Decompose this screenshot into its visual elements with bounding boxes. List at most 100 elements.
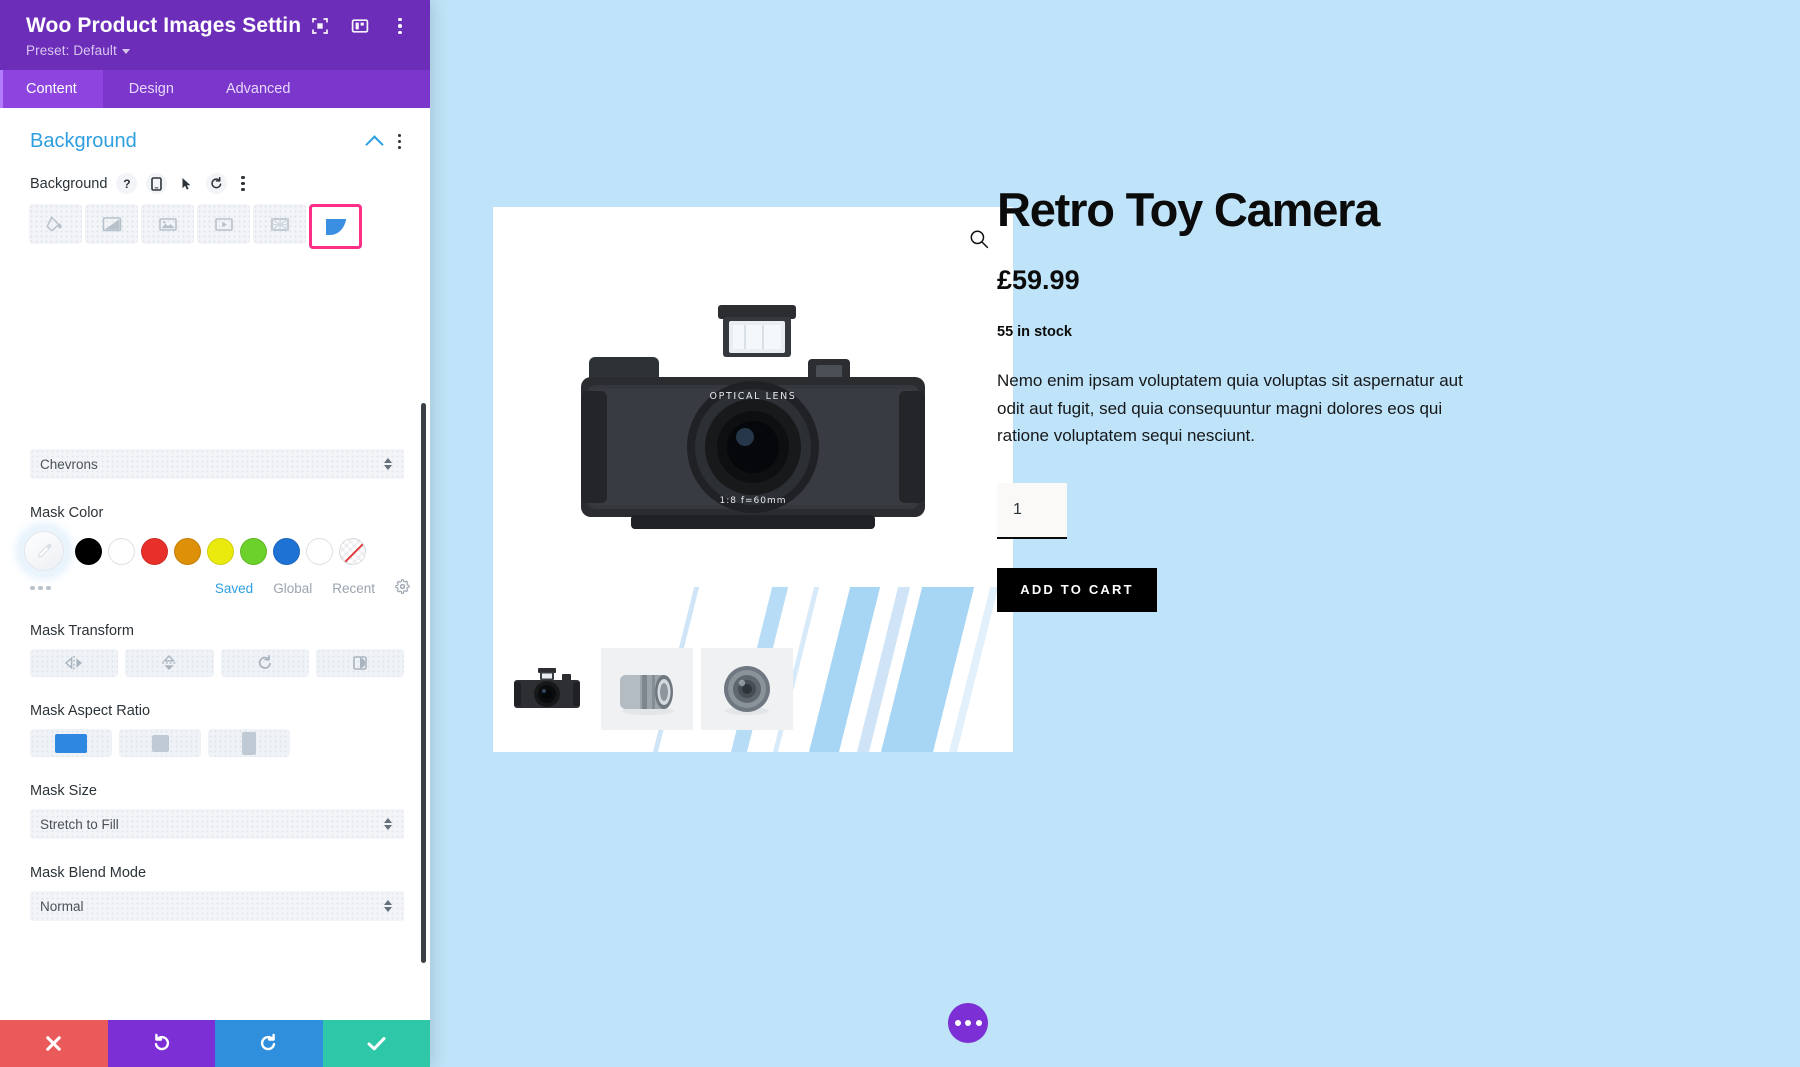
panel-scrollbar[interactable] [421, 403, 426, 963]
preset-selector[interactable]: Preset: Default [26, 43, 410, 58]
tab-content[interactable]: Content [0, 70, 103, 108]
mask-preview-area [0, 249, 430, 449]
mask-blend-mode-label: Mask Blend Mode [30, 865, 147, 881]
thumbnail-lens[interactable] [601, 648, 693, 730]
color-picker-meta: Saved Global Recent [0, 571, 430, 597]
svg-text:1:8 f=60mm: 1:8 f=60mm [719, 496, 786, 506]
mask-aspect-ratio-label: Mask Aspect Ratio [30, 703, 151, 719]
redo-button[interactable] [215, 1020, 323, 1067]
product-gallery: OPTICAL LENS 1:8 f=60mm [493, 207, 1013, 752]
product-title: Retro Toy Camera [997, 183, 1380, 236]
gear-icon[interactable] [395, 579, 410, 597]
panel-body: Background Background ? Chevrons Mask Co… [0, 108, 430, 1020]
panel-title: Woo Product Images Settin... [26, 14, 300, 37]
panel-tabs: Content Design Advanced [0, 70, 430, 108]
background-field-row: Background ? [0, 159, 430, 202]
background-mask-button[interactable] [309, 204, 362, 249]
mask-style-select[interactable]: Chevrons [30, 449, 404, 479]
panel-footer [0, 1020, 430, 1067]
tab-advanced[interactable]: Advanced [200, 70, 317, 108]
product-info: Retro Toy Camera £59.99 55 in stock Nemo… [997, 185, 1517, 612]
background-video-button[interactable] [197, 204, 250, 244]
color-tab-global[interactable]: Global [273, 581, 312, 596]
color-tab-recent[interactable]: Recent [332, 581, 375, 596]
swatch-yellow[interactable] [207, 537, 234, 565]
background-pattern-button[interactable] [253, 204, 306, 244]
responsive-icon[interactable] [146, 173, 168, 194]
mask-blend-mode-value: Normal [40, 898, 84, 914]
more-colors-icon[interactable] [30, 585, 215, 591]
discard-button[interactable] [0, 1020, 108, 1067]
collapse-chevron-icon[interactable] [365, 134, 384, 154]
select-spinner-icon [384, 458, 392, 470]
magnifier-icon[interactable] [969, 229, 989, 254]
check-icon [366, 1034, 387, 1053]
layout-icon[interactable] [350, 16, 370, 36]
panel-header: Woo Product Images Settin... Preset: Def… [0, 0, 430, 70]
preset-label: Preset: Default [26, 43, 117, 58]
tab-design[interactable]: Design [103, 70, 200, 108]
mask-blend-mode-select[interactable]: Normal [30, 891, 404, 921]
help-icon[interactable]: ? [116, 173, 138, 194]
module-settings-panel: Woo Product Images Settin... Preset: Def… [0, 0, 430, 1067]
svg-text:OPTICAL LENS: OPTICAL LENS [710, 391, 797, 402]
swatch-white-2[interactable] [306, 537, 333, 565]
thumbnail-camera[interactable] [501, 648, 593, 730]
mask-aspect-ratio-buttons [0, 729, 430, 757]
background-color-button[interactable] [29, 204, 82, 244]
flip-horizontal-icon[interactable] [30, 649, 119, 677]
close-icon [44, 1034, 63, 1053]
undo-icon [151, 1033, 172, 1054]
mask-color-label: Mask Color [30, 505, 104, 521]
aspect-ratio-portrait[interactable] [208, 729, 290, 757]
mask-transform-label: Mask Transform [30, 623, 134, 639]
background-section-header: Background [0, 108, 430, 159]
invert-icon[interactable] [315, 649, 404, 677]
field-kebab-icon[interactable] [238, 173, 247, 194]
product-description: Nemo enim ipsam voluptatem quia voluptas… [997, 371, 1463, 446]
thumbnail-lens-cap[interactable] [701, 648, 793, 730]
mask-size-value: Stretch to Fill [40, 816, 119, 832]
swatch-red[interactable] [141, 537, 168, 565]
aspect-ratio-landscape[interactable] [30, 729, 112, 757]
rotate-icon[interactable] [220, 649, 309, 677]
panel-kebab-icon[interactable] [390, 16, 410, 36]
swatch-blue[interactable] [273, 537, 300, 565]
undo-button[interactable] [107, 1020, 215, 1067]
hover-icon[interactable] [176, 173, 197, 194]
color-tab-saved[interactable]: Saved [215, 581, 253, 596]
select-spinner-icon [384, 818, 392, 830]
swatch-white[interactable] [108, 537, 135, 565]
flip-vertical-icon[interactable] [125, 649, 214, 677]
swatch-black[interactable] [75, 537, 102, 565]
select-spinner-icon [384, 900, 392, 912]
page-settings-fab[interactable] [948, 1003, 988, 1043]
screen: Woo Product Images Settin... Preset: Def… [0, 0, 1800, 1067]
product-price: £59.99 [997, 265, 1080, 296]
redo-icon [258, 1033, 279, 1054]
swatch-green[interactable] [240, 537, 267, 565]
save-button[interactable] [322, 1020, 430, 1067]
swatch-transparent[interactable] [339, 537, 366, 565]
quantity-input[interactable]: 1 [997, 482, 1067, 539]
mask-size-select[interactable]: Stretch to Fill [30, 809, 404, 839]
page-canvas: OPTICAL LENS 1:8 f=60mm Retro Toy Camera… [430, 0, 1800, 1067]
background-gradient-button[interactable] [85, 204, 138, 244]
swatch-orange[interactable] [174, 537, 201, 565]
product-stock: 55 in stock [997, 324, 1072, 341]
ellipsis-icon [954, 1020, 961, 1026]
aspect-ratio-square[interactable] [119, 729, 201, 757]
background-type-buttons [0, 202, 430, 249]
mask-style-value: Chevrons [40, 456, 98, 472]
mask-color-swatches [0, 531, 430, 571]
gallery-thumbnails [493, 648, 1013, 730]
background-image-button[interactable] [141, 204, 194, 244]
product-hero-image[interactable]: OPTICAL LENS 1:8 f=60mm [573, 287, 933, 547]
reset-icon[interactable] [206, 173, 228, 194]
expand-icon[interactable] [310, 16, 330, 36]
background-field-label: Background [30, 175, 108, 192]
section-kebab-icon[interactable] [395, 131, 404, 152]
eyedropper-swatch[interactable] [24, 531, 64, 571]
mask-size-label: Mask Size [30, 783, 97, 799]
add-to-cart-button[interactable]: ADD TO CART [997, 567, 1157, 612]
